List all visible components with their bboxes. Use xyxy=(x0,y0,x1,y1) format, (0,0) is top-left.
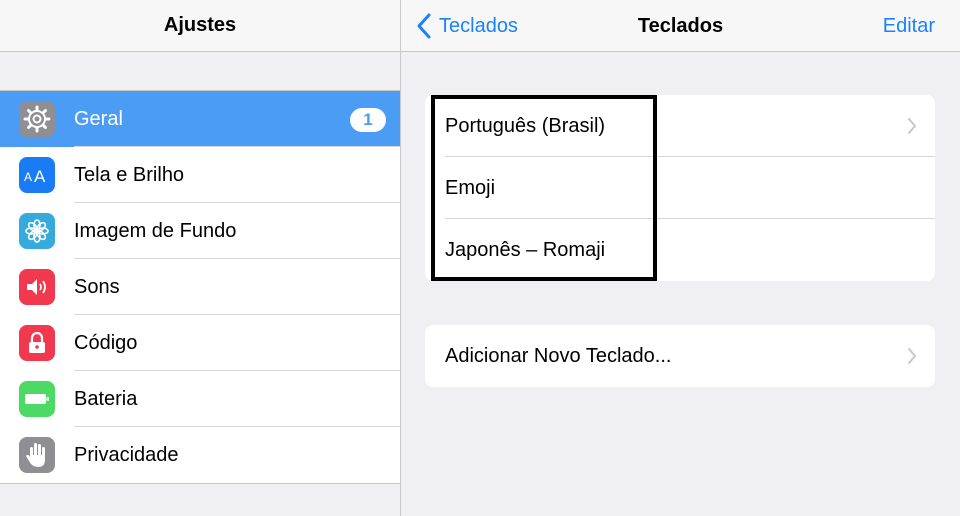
lock-icon xyxy=(19,325,55,361)
settings-master-pane: Ajustes Geral 1 A A Tela e Brilho Imagem… xyxy=(0,0,400,516)
chevron-left-icon xyxy=(417,13,431,39)
settings-item-codigo[interactable]: Código xyxy=(0,315,400,371)
settings-item-label: Código xyxy=(74,331,138,354)
back-button-label: Teclados xyxy=(439,14,518,37)
chevron-right-icon xyxy=(908,348,916,364)
keyboard-label: Português (Brasil) xyxy=(445,114,606,137)
settings-item-label: Privacidade xyxy=(74,443,179,466)
settings-item-imagem-de-fundo[interactable]: Imagem de Fundo xyxy=(0,203,400,259)
speaker-icon xyxy=(19,269,55,305)
edit-button[interactable]: Editar xyxy=(883,0,935,52)
settings-item-privacidade[interactable]: Privacidade xyxy=(0,427,400,483)
gear-icon xyxy=(19,101,55,137)
settings-item-label: Geral xyxy=(74,107,123,130)
back-button[interactable]: Teclados xyxy=(415,0,518,52)
add-keyboard-button[interactable]: Adicionar Novo Teclado... xyxy=(425,325,935,387)
svg-text:A: A xyxy=(34,167,46,185)
settings-nav-bar: Ajustes xyxy=(0,0,400,52)
notification-badge: 1 xyxy=(350,108,386,132)
settings-title: Ajustes xyxy=(163,14,237,36)
add-keyboard-group: Adicionar Novo Teclado... xyxy=(425,325,935,387)
hand-icon xyxy=(19,437,55,473)
keyboard-label: Japonês – Romaji xyxy=(445,238,606,261)
settings-item-label: Bateria xyxy=(74,387,138,410)
settings-item-geral[interactable]: Geral 1 xyxy=(0,91,400,147)
keyboard-label: Emoji xyxy=(445,176,496,199)
svg-text:A: A xyxy=(24,170,32,184)
keyboards-list: Português (Brasil) Emoji Japonês – Romaj… xyxy=(425,95,935,281)
settings-item-label: Tela e Brilho xyxy=(74,163,185,186)
keyboard-row-portugues[interactable]: Português (Brasil) xyxy=(425,95,935,157)
chevron-right-icon xyxy=(908,118,916,134)
settings-item-tela-e-brilho[interactable]: A A Tela e Brilho xyxy=(0,147,400,203)
settings-item-label: Sons xyxy=(74,275,120,298)
settings-item-label: Imagem de Fundo xyxy=(74,219,237,242)
settings-item-sons[interactable]: Sons xyxy=(0,259,400,315)
settings-item-bateria[interactable]: Bateria xyxy=(0,371,400,427)
keyboard-row-emoji[interactable]: Emoji xyxy=(425,157,935,219)
keyboards-detail-pane: Teclados Teclados Editar Português (Bras… xyxy=(401,0,960,516)
keyboard-row-japones-romaji[interactable]: Japonês – Romaji xyxy=(425,219,935,281)
keyboards-nav-bar: Teclados Teclados Editar xyxy=(401,0,960,52)
text-size-icon: A A xyxy=(19,157,55,193)
settings-list: Geral 1 A A Tela e Brilho Imagem de Fund… xyxy=(0,90,400,484)
battery-icon xyxy=(19,381,55,417)
flower-icon xyxy=(19,213,55,249)
add-keyboard-label: Adicionar Novo Teclado... xyxy=(445,344,672,367)
